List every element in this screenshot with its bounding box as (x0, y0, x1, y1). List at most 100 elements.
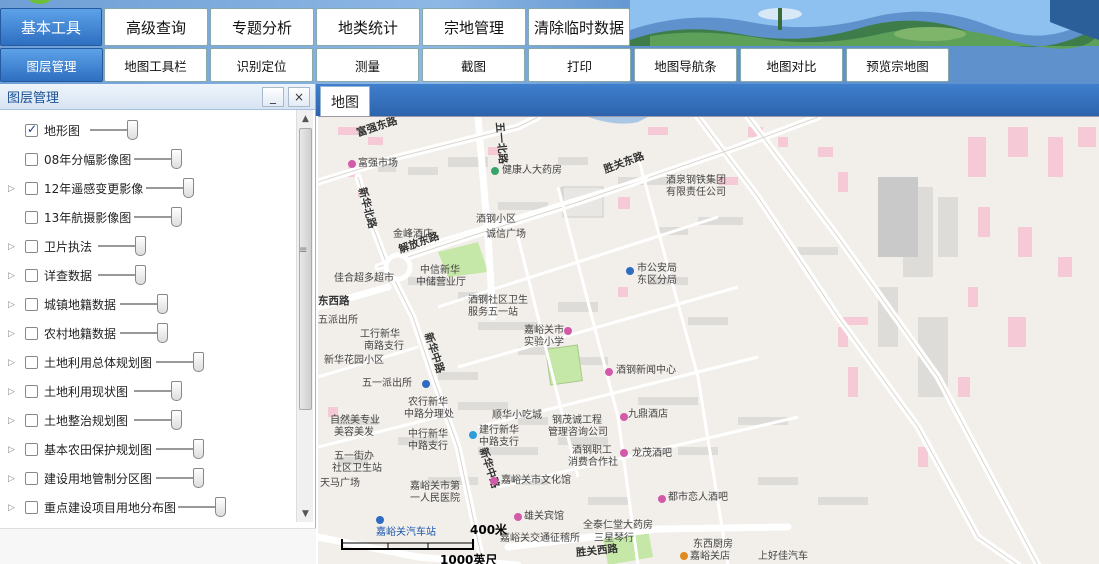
layer-opacity-slider[interactable] (120, 323, 168, 343)
layer-visibility-checkbox[interactable] (25, 443, 38, 456)
main-tab[interactable]: 基本工具 (0, 8, 102, 46)
layer-visibility-checkbox[interactable] (25, 298, 38, 311)
main-tab[interactable]: 清除临时数据 (528, 8, 630, 46)
poi-label: 顺华小吃城 (492, 410, 542, 421)
layer-visibility-checkbox[interactable] (25, 153, 38, 166)
sub-tab[interactable]: 截图 (422, 48, 525, 82)
layer-visibility-checkbox[interactable] (25, 211, 38, 224)
layer-name: 农村地籍数据 (44, 327, 117, 341)
layer-name: 详查数据 (44, 269, 93, 283)
main-tab[interactable]: 宗地管理 (422, 8, 526, 46)
scroll-down-icon[interactable]: ▼ (297, 505, 314, 522)
expand-arrow-icon[interactable]: ▷ (8, 300, 16, 310)
slider-thumb[interactable] (215, 497, 226, 517)
layer-opacity-slider[interactable] (98, 265, 146, 285)
layer-visibility-checkbox[interactable] (25, 385, 38, 398)
slider-thumb[interactable] (183, 178, 194, 198)
layer-opacity-slider[interactable] (120, 294, 168, 314)
slider-thumb[interactable] (157, 294, 168, 314)
layer-opacity-slider[interactable] (178, 497, 226, 517)
slider-thumb[interactable] (171, 381, 182, 401)
layer-visibility-checkbox[interactable] (25, 240, 38, 253)
expand-arrow-icon[interactable]: ▷ (8, 184, 16, 194)
poi-label: 诚信广场 (486, 229, 526, 240)
sub-tab[interactable]: 识别定位 (210, 48, 313, 82)
slider-thumb[interactable] (157, 323, 168, 343)
layer-visibility-checkbox[interactable] (25, 269, 38, 282)
sub-tab[interactable]: 打印 (528, 48, 631, 82)
logo-icon (28, 0, 52, 4)
panel-footer (0, 528, 316, 564)
layer-visibility-checkbox[interactable] (25, 414, 38, 427)
close-button[interactable]: × (288, 87, 310, 107)
layer-name: 重点建设项目用地分布图 (44, 501, 177, 515)
expand-arrow-icon[interactable]: ▷ (8, 242, 16, 252)
tab-map[interactable]: 地图 (320, 86, 370, 116)
slider-thumb[interactable] (135, 265, 146, 285)
layer-visibility-checkbox[interactable] (25, 122, 38, 137)
slider-thumb[interactable] (135, 236, 146, 256)
poi-label: 新华花园小区 (324, 355, 384, 366)
layer-opacity-slider[interactable] (156, 352, 204, 372)
poi-label: 龙茂酒吧 (632, 448, 672, 459)
sub-tab[interactable]: 测量 (316, 48, 419, 82)
slider-thumb[interactable] (193, 352, 204, 372)
layer-visibility-checkbox[interactable] (25, 356, 38, 369)
sub-tab[interactable]: 地图对比 (740, 48, 843, 82)
expand-arrow-icon[interactable]: ▷ (8, 416, 16, 426)
layer-name: 土地利用总体规划图 (44, 356, 153, 370)
poi-marker-icon (620, 413, 628, 421)
sub-tab[interactable]: 图层管理 (0, 48, 103, 82)
layer-visibility-checkbox[interactable] (25, 501, 38, 514)
poi-marker-icon (469, 431, 477, 439)
expand-arrow-icon[interactable]: ▷ (8, 445, 16, 455)
expand-arrow-icon[interactable]: ▷ (8, 387, 16, 397)
poi-marker-icon (620, 449, 628, 457)
scroll-thumb[interactable] (299, 128, 312, 410)
layer-opacity-slider[interactable] (156, 468, 204, 488)
layer-opacity-slider[interactable] (134, 207, 182, 227)
poi-label: 三星琴行 (594, 533, 634, 544)
sub-tab[interactable]: 地图工具栏 (104, 48, 207, 82)
poi-label: 全泰仁堂大药房 (583, 520, 653, 531)
poi-marker-icon (490, 477, 498, 485)
expand-arrow-icon[interactable]: ▷ (8, 329, 16, 339)
slider-thumb[interactable] (171, 207, 182, 227)
main-tab[interactable]: 地类统计 (316, 8, 420, 46)
poi-label: 嘉峪关汽车站 (376, 527, 436, 538)
layer-row: 13年航摄影像图 (0, 203, 296, 232)
slider-thumb[interactable] (193, 439, 204, 459)
layer-list-scrollbar[interactable]: ▲ ≡ ▼ (296, 110, 313, 522)
layer-opacity-slider[interactable] (134, 381, 182, 401)
layer-opacity-slider[interactable] (156, 439, 204, 459)
main-tab[interactable]: 高级查询 (104, 8, 208, 46)
slider-thumb[interactable] (193, 468, 204, 488)
layer-visibility-checkbox[interactable] (25, 182, 38, 195)
sub-tab[interactable]: 预览宗地图 (846, 48, 949, 82)
main-tab[interactable]: 专题分析 (210, 8, 314, 46)
layer-row: ▷ 农村地籍数据 (0, 319, 296, 348)
layer-opacity-slider[interactable] (90, 120, 138, 140)
slider-thumb[interactable] (171, 410, 182, 430)
expand-arrow-icon[interactable]: ▷ (8, 358, 16, 368)
layer-opacity-slider[interactable] (146, 178, 194, 198)
layer-visibility-checkbox[interactable] (25, 327, 38, 340)
expand-arrow-icon[interactable]: ▷ (8, 474, 16, 484)
layer-name: 13年航摄影像图 (44, 211, 132, 225)
layer-row: ▷ 建设用地管制分区图 (0, 464, 296, 493)
sub-tab[interactable]: 地图导航条 (634, 48, 737, 82)
minimize-button[interactable]: _ (262, 87, 284, 107)
slider-thumb[interactable] (127, 120, 138, 140)
map-view[interactable]: 富强东路 五一北路 新华北路 胜关东路 解放东路 新华中路 新华中路 胜关西路 … (318, 116, 1099, 564)
expand-arrow-icon[interactable]: ▷ (8, 503, 16, 513)
layer-opacity-slider[interactable] (134, 410, 182, 430)
slider-thumb[interactable] (171, 149, 182, 169)
scroll-up-icon[interactable]: ▲ (297, 110, 314, 127)
expand-arrow-icon[interactable]: ▷ (8, 271, 16, 281)
road-label: 东西路 (318, 295, 350, 307)
layer-opacity-slider[interactable] (134, 149, 182, 169)
layer-visibility-checkbox[interactable] (25, 472, 38, 485)
layer-opacity-slider[interactable] (98, 236, 146, 256)
layer-name: 基本农田保护规划图 (44, 443, 153, 457)
scale-metric-label: 400米 (470, 523, 508, 537)
